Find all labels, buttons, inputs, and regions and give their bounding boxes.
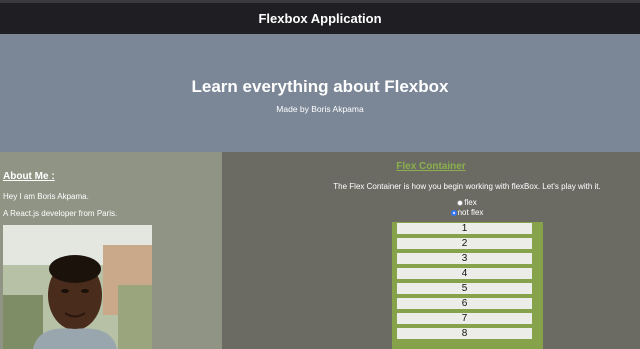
about-panel: About Me : Hey I am Boris Akpama. A Reac… (0, 152, 222, 349)
about-heading: About Me : (3, 171, 55, 182)
flex-item-8: 8 (397, 328, 532, 339)
flex-container-title[interactable]: Flex Container (222, 161, 640, 172)
hero-subtitle: Made by Boris Akpama (276, 104, 364, 114)
flex-item-6: 6 (397, 298, 532, 309)
radio-option-flex[interactable]: flex (222, 198, 640, 208)
profile-photo (3, 225, 152, 349)
radio-not-flex-label[interactable]: not flex (458, 208, 484, 218)
app-header: Flexbox Application (0, 0, 640, 34)
flex-item-5: 5 (397, 283, 532, 294)
flex-item-3: 3 (397, 253, 532, 264)
flex-item-2: 2 (397, 238, 532, 249)
display-radio-group: flex not flex (222, 198, 640, 218)
app-title: Flexbox Application (258, 11, 382, 26)
flex-item-7: 7 (397, 313, 532, 324)
flex-demo-container: 1 2 3 4 5 6 7 8 (392, 222, 543, 349)
about-line-1: Hey I am Boris Akpama. (3, 192, 89, 201)
hero-banner: Learn everything about Flexbox Made by B… (0, 34, 640, 152)
radio-flex[interactable] (457, 200, 464, 206)
radio-flex-label[interactable]: flex (464, 198, 476, 208)
about-line-2: A React.js developer from Paris. (3, 209, 118, 218)
radio-not-flex[interactable] (450, 210, 457, 216)
flex-container-panel: Flex Container The Flex Container is how… (222, 152, 640, 349)
flex-container-description: The Flex Container is how you begin work… (333, 182, 601, 191)
flex-item-1: 1 (397, 223, 532, 234)
hero-title: Learn everything about Flexbox (191, 77, 449, 96)
radio-option-not-flex[interactable]: not flex (222, 208, 640, 218)
profile-photo-art (3, 225, 152, 349)
flex-item-4: 4 (397, 268, 532, 279)
